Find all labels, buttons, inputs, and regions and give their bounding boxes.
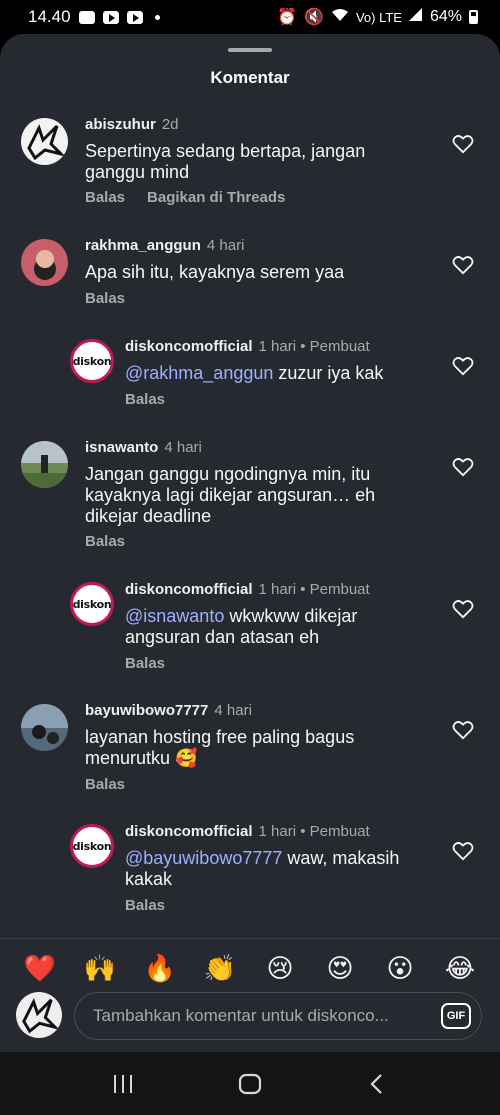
quick-reaction-bar: ❤️ 🙌 🔥 👏 😢 😍 😮 😂 bbox=[0, 938, 500, 998]
youtube-notification-icon-2 bbox=[126, 10, 143, 24]
drag-handle[interactable] bbox=[228, 48, 272, 52]
comments-sheet: Komentar abiszuhur 2d Sepertinya sedang b… bbox=[0, 34, 500, 1052]
like-heart-icon[interactable] bbox=[452, 720, 474, 740]
brand-logo: diskon bbox=[72, 839, 112, 853]
home-icon bbox=[238, 1073, 262, 1094]
mute-icon: 🔇 bbox=[304, 9, 324, 26]
comment-time: 4 hari bbox=[164, 439, 202, 456]
comment-text: Sepertinya sedang bertapa, jangan ganggu… bbox=[85, 141, 366, 182]
creator-avatar[interactable]: diskon bbox=[70, 339, 114, 383]
avatar[interactable] bbox=[21, 441, 68, 488]
reply-button[interactable]: Balas bbox=[125, 897, 165, 914]
status-time: 14.40 bbox=[28, 7, 71, 26]
like-heart-icon[interactable] bbox=[452, 457, 474, 477]
comment-username[interactable]: rakhma_anggun bbox=[85, 237, 201, 254]
back-button[interactable] bbox=[357, 1064, 397, 1104]
like-heart-icon[interactable] bbox=[452, 134, 474, 154]
comment-username[interactable]: bayuwibowo7777 bbox=[85, 702, 208, 719]
like-heart-icon[interactable] bbox=[452, 599, 474, 619]
like-heart-icon[interactable] bbox=[452, 356, 474, 376]
creator-badge: • Pembuat bbox=[300, 581, 370, 598]
reply-button[interactable]: Balas bbox=[85, 189, 125, 206]
alarm-icon: ⏰ bbox=[277, 9, 298, 26]
comment-text: layanan hosting free paling bagus menuru… bbox=[85, 727, 355, 768]
wifi-icon bbox=[331, 8, 349, 27]
reaction-laughing-emoji[interactable]: 😂 bbox=[442, 954, 478, 984]
home-button[interactable] bbox=[230, 1064, 270, 1104]
brand-logo: diskon bbox=[72, 597, 112, 611]
reaction-raised-hands-emoji[interactable]: 🙌 bbox=[82, 954, 118, 984]
reply-button[interactable]: Balas bbox=[85, 533, 125, 550]
gallery-notification-icon bbox=[78, 10, 95, 24]
reply-button[interactable]: Balas bbox=[125, 391, 165, 408]
reply-button[interactable]: Balas bbox=[85, 290, 125, 307]
creator-badge: • Pembuat bbox=[300, 823, 370, 840]
mention-link[interactable]: @bayuwibowo7777 bbox=[125, 848, 282, 868]
comment-time: 4 hari bbox=[214, 702, 252, 719]
avatar[interactable] bbox=[21, 704, 68, 751]
network-label: Vo) LTE bbox=[355, 9, 402, 25]
avatar[interactable] bbox=[21, 118, 68, 165]
gif-button[interactable]: GIF bbox=[441, 1003, 471, 1029]
mention-link[interactable]: @rakhma_anggun bbox=[125, 363, 273, 383]
comment-username[interactable]: abiszuhur bbox=[85, 116, 156, 133]
comment-time: 4 hari bbox=[206, 237, 245, 254]
comment-text: Jangan ganggu ngodingnya min, itu kayakn… bbox=[85, 464, 376, 526]
creator-avatar[interactable]: diskon bbox=[70, 582, 114, 626]
avatar[interactable] bbox=[21, 239, 68, 286]
comment-time: 1 hari bbox=[258, 581, 297, 598]
comment-time: 2d bbox=[161, 116, 179, 133]
recent-apps-button[interactable] bbox=[103, 1064, 143, 1104]
like-heart-icon[interactable] bbox=[452, 255, 474, 275]
battery-percent: 64% bbox=[429, 8, 462, 25]
reaction-clap-emoji[interactable]: 👏 bbox=[202, 954, 238, 984]
more-notifications-icon bbox=[154, 14, 160, 20]
comment-username[interactable]: diskoncomofficial bbox=[125, 581, 253, 598]
signal-icon bbox=[408, 8, 423, 26]
reply-button[interactable]: Balas bbox=[125, 655, 165, 672]
battery-icon bbox=[469, 10, 478, 24]
comment-input-box: GIF bbox=[74, 992, 482, 1040]
status-bar: 14.40 ⏰ 🔇 Vo) LTE 64% bbox=[0, 0, 500, 34]
comment-composer: GIF bbox=[0, 990, 500, 1052]
back-chevron-icon bbox=[370, 1073, 382, 1094]
mention-link[interactable]: @isnawanto bbox=[125, 606, 224, 626]
like-heart-icon[interactable] bbox=[452, 841, 474, 861]
reply-button[interactable]: Balas bbox=[85, 776, 125, 793]
comment-time: 1 hari bbox=[258, 338, 297, 355]
comment-text: Apa sih itu, kayaknya serem yaa bbox=[85, 262, 345, 282]
comment-username[interactable]: diskoncomofficial bbox=[125, 823, 253, 840]
youtube-notification-icon bbox=[102, 10, 119, 24]
comment-input[interactable] bbox=[93, 1006, 441, 1026]
reaction-heart-eyes-emoji[interactable]: 😍 bbox=[322, 954, 358, 984]
sheet-title: Komentar bbox=[210, 68, 290, 87]
comment-username[interactable]: diskoncomofficial bbox=[125, 338, 253, 355]
reaction-surprised-emoji[interactable]: 😮 bbox=[382, 954, 418, 984]
reaction-heart-emoji[interactable]: ❤️ bbox=[22, 954, 58, 984]
brand-logo: diskon bbox=[72, 354, 112, 368]
recent-apps-icon bbox=[114, 1074, 133, 1093]
my-avatar bbox=[16, 992, 62, 1038]
comment-text: zuzur iya kak bbox=[273, 363, 384, 383]
reaction-crying-emoji[interactable]: 😢 bbox=[262, 954, 298, 984]
comment-username[interactable]: isnawanto bbox=[85, 439, 158, 456]
share-threads-button[interactable]: Bagikan di Threads bbox=[147, 189, 285, 206]
creator-badge: • Pembuat bbox=[300, 338, 370, 355]
system-nav-bar bbox=[0, 1052, 500, 1115]
comment-time: 1 hari bbox=[258, 823, 297, 840]
reaction-fire-emoji[interactable]: 🔥 bbox=[142, 954, 178, 984]
creator-avatar[interactable]: diskon bbox=[70, 824, 114, 868]
